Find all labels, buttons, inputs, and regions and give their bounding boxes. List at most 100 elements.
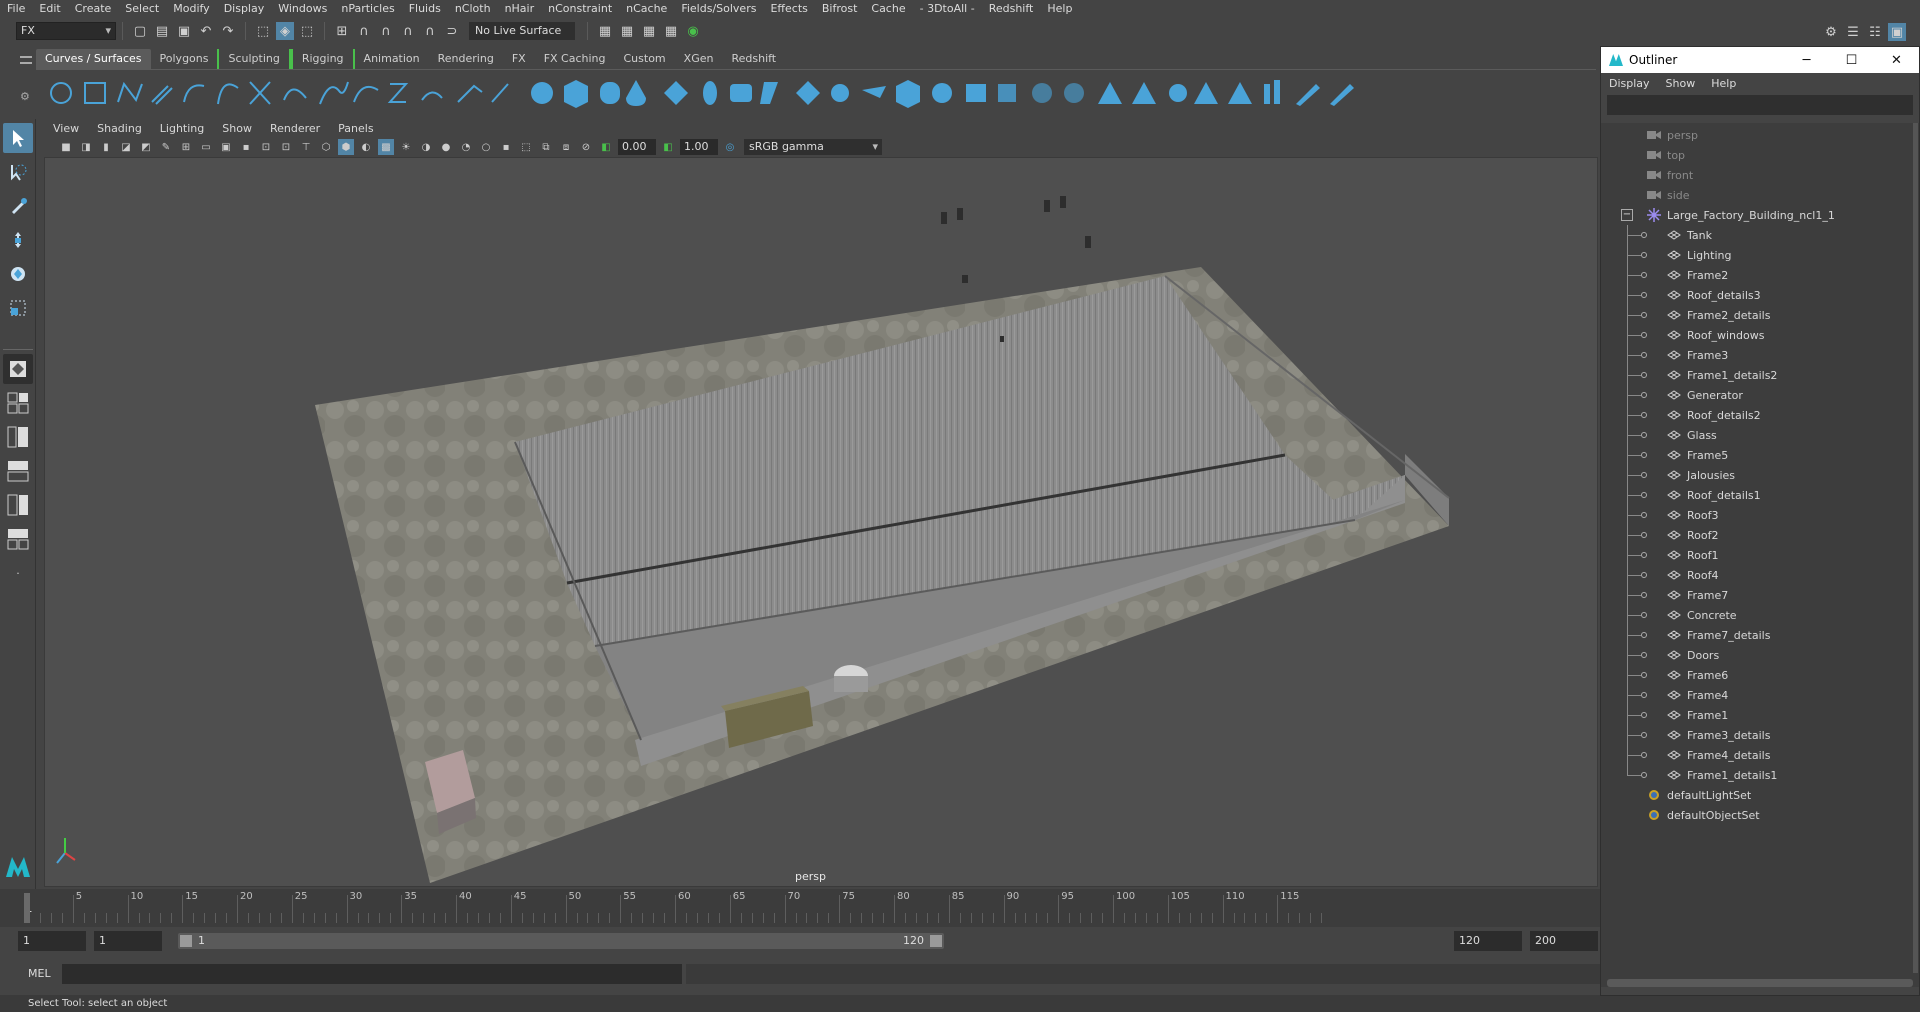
menu-bifrost[interactable]: Bifrost — [815, 0, 865, 18]
outliner-item-frame4-details[interactable]: Frame4_details — [1601, 745, 1919, 765]
camera-attributes-icon[interactable]: ■ — [58, 139, 74, 155]
outliner-item-frame7[interactable]: Frame7 — [1601, 585, 1919, 605]
toolbox-more-icon[interactable]: · — [3, 558, 33, 588]
textured-icon[interactable]: ▩ — [378, 139, 394, 155]
select-object-icon[interactable]: ◈ — [276, 22, 294, 40]
maximize-icon[interactable]: ☐ — [1829, 53, 1874, 68]
menu-select[interactable]: Select — [118, 0, 166, 18]
persp-uv-layout-icon[interactable] — [3, 524, 33, 554]
outliner-item-concrete[interactable]: Concrete — [1601, 605, 1919, 625]
panel-menu-shading[interactable]: Shading — [88, 122, 151, 135]
ipr-render-icon[interactable]: ▦ — [640, 22, 658, 40]
perspective-viewport[interactable] — [44, 157, 1598, 887]
animation-end-field[interactable]: 200 — [1530, 931, 1598, 951]
snap-view-plane-icon[interactable]: ∩ — [399, 22, 417, 40]
grease-pencil-icon[interactable]: ✎ — [158, 139, 174, 155]
make-live-icon[interactable]: ⊃ — [443, 22, 461, 40]
shelf-tab-fx[interactable]: FX — [503, 49, 535, 69]
render-view-icon[interactable]: ▦ — [662, 22, 680, 40]
range-end-handle[interactable] — [930, 935, 942, 947]
safe-action-icon[interactable]: ⊡ — [278, 139, 294, 155]
script-language-label[interactable]: MEL — [28, 967, 51, 980]
outliner-camera-front[interactable]: front — [1601, 165, 1919, 185]
animation-start-field[interactable]: 1 — [18, 931, 86, 951]
snap-grid-icon[interactable]: ⊞ — [333, 22, 351, 40]
outliner-item-roof2[interactable]: Roof2 — [1601, 525, 1919, 545]
lasso-tool-icon[interactable] — [3, 157, 33, 187]
use-all-lights-icon[interactable]: ☀ — [398, 139, 414, 155]
menu-windows[interactable]: Windows — [271, 0, 334, 18]
menu-edit[interactable]: Edit — [32, 0, 67, 18]
menu-display[interactable]: Display — [217, 0, 272, 18]
playback-end-field[interactable]: 120 — [1454, 931, 1522, 951]
film-gate-icon[interactable]: ▭ — [198, 139, 214, 155]
shelf-menu-icon[interactable] — [20, 56, 32, 64]
outliner-item-doors[interactable]: Doors — [1601, 645, 1919, 665]
menu-fluids[interactable]: Fluids — [402, 0, 448, 18]
outliner-item-frame2-details[interactable]: Frame2_details — [1601, 305, 1919, 325]
paint-select-tool-icon[interactable] — [3, 191, 33, 221]
outliner-menu-display[interactable]: Display — [1601, 77, 1658, 90]
menuset-dropdown[interactable]: FX — [16, 22, 116, 40]
collapse-toggle-icon[interactable]: − — [1621, 209, 1633, 221]
shelf-tab-fx-caching[interactable]: FX Caching — [535, 49, 615, 69]
menu-redshift[interactable]: Redshift — [982, 0, 1041, 18]
menu-ncache[interactable]: nCache — [619, 0, 674, 18]
panel-menu-view[interactable]: View — [44, 122, 88, 135]
outliner-item-frame1[interactable]: Frame1 — [1601, 705, 1919, 725]
outliner-item-frame3[interactable]: Frame3 — [1601, 345, 1919, 365]
menu-cache[interactable]: Cache — [864, 0, 912, 18]
attribute-editor-icon[interactable]: ☰ — [1844, 23, 1862, 41]
outliner-item-frame1-details2[interactable]: Frame1_details2 — [1601, 365, 1919, 385]
menu-nhair[interactable]: nHair — [498, 0, 542, 18]
outliner-vertical-scrollbar[interactable] — [1913, 123, 1918, 973]
select-component-icon[interactable]: ⬚ — [298, 22, 316, 40]
time-slider[interactable]: 5 10 15 20 25 30 35 40 45 50 55 60 65 70 75 80 85 90 95 100… — [0, 889, 1600, 927]
outliner-camera-side[interactable]: side — [1601, 185, 1919, 205]
gate-mask-icon[interactable]: ▪ — [238, 139, 254, 155]
command-input[interactable] — [62, 964, 682, 984]
undo-icon[interactable]: ↶ — [197, 22, 215, 40]
outliner-item-glass[interactable]: Glass — [1601, 425, 1919, 445]
shelf-tab-rigging[interactable]: Rigging — [290, 49, 355, 69]
shelf-tab-custom[interactable]: Custom — [615, 49, 675, 69]
exposure-field[interactable]: 0.00 — [618, 139, 656, 155]
outliner-item-frame5[interactable]: Frame5 — [1601, 445, 1919, 465]
snap-point-icon[interactable]: ∩ — [377, 22, 395, 40]
rotate-tool-icon[interactable] — [3, 259, 33, 289]
shelf-icon-strip[interactable] — [44, 76, 1424, 110]
outliner-item-frame3-details[interactable]: Frame3_details — [1601, 725, 1919, 745]
single-perspective-layout-icon[interactable] — [3, 354, 33, 384]
scale-tool-icon[interactable] — [3, 293, 33, 323]
shelf-tab-xgen[interactable]: XGen — [675, 49, 723, 69]
resolution-gate-icon[interactable]: ▣ — [218, 139, 234, 155]
safe-title-icon[interactable]: ⊤ — [298, 139, 314, 155]
outliner-item-lighting[interactable]: Lighting — [1601, 245, 1919, 265]
hypershade-persp-layout-icon[interactable] — [3, 490, 33, 520]
smooth-shade-icon[interactable]: ⬢ — [338, 139, 354, 155]
outliner-item-roof4[interactable]: Roof4 — [1601, 565, 1919, 585]
outliner-item-roof1[interactable]: Roof1 — [1601, 545, 1919, 565]
hypershade-icon[interactable]: ◉ — [684, 22, 702, 40]
color-management-icon[interactable]: ◎ — [722, 139, 738, 155]
panel-menu-lighting[interactable]: Lighting — [151, 122, 213, 135]
render-frame-icon[interactable]: ▦ — [618, 22, 636, 40]
outliner-item-frame2[interactable]: Frame2 — [1601, 265, 1919, 285]
open-scene-icon[interactable]: ▤ — [153, 22, 171, 40]
gamma-field[interactable]: 1.00 — [680, 139, 718, 155]
outliner-item-frame1-details1[interactable]: Frame1_details1 — [1601, 765, 1919, 785]
outliner-item-roof-details3[interactable]: Roof_details3 — [1601, 285, 1919, 305]
motion-blur-icon[interactable]: ◔ — [458, 139, 474, 155]
outliner-group-row[interactable]: Large_Factory_Building_ncl1_1 — [1601, 205, 1919, 225]
depth-of-field-icon[interactable]: ▪ — [498, 139, 514, 155]
shelf-tab-sculpting[interactable]: Sculpting — [217, 49, 291, 69]
anti-aliasing-icon[interactable]: ○ — [478, 139, 494, 155]
menu-nparticles[interactable]: nParticles — [334, 0, 401, 18]
persp-outliner-layout-icon[interactable] — [3, 422, 33, 452]
isolate-select-icon[interactable]: ⬚ — [518, 139, 534, 155]
wireframe-icon[interactable]: ⬡ — [318, 139, 334, 155]
wireframe-on-shaded-icon[interactable]: ◐ — [358, 139, 374, 155]
view-transform-dropdown[interactable]: sRGB gamma — [744, 139, 882, 155]
range-start-handle[interactable] — [180, 935, 192, 947]
four-view-layout-icon[interactable] — [3, 388, 33, 418]
